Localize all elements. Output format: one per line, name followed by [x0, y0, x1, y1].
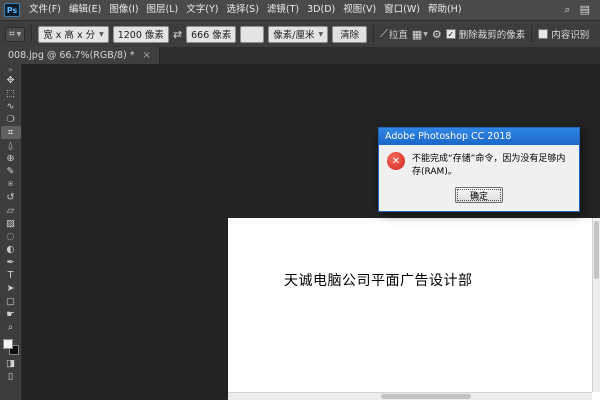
dialog-message-row: ✕ 不能完成“存储”命令，因为没有足够内存(RAM)。: [387, 152, 571, 179]
photoshop-logo: Ps: [4, 3, 20, 17]
crop-tool-preset-button[interactable]: ⌗ ▼: [5, 27, 25, 42]
tools-panel: » ✥⬚∿❍⌗⍙⊕✎⍟↺▱▨◌◐✒T➤▢☛⌕ ◨▯: [0, 64, 22, 400]
swap-dimensions-icon[interactable]: ⇄: [173, 28, 182, 41]
quick-selection-tool[interactable]: ❍: [1, 113, 21, 126]
resolution-unit-dropdown[interactable]: 像素/厘米 ▼: [268, 26, 328, 43]
path-selection-tool[interactable]: ➤: [1, 282, 21, 295]
crop-tool[interactable]: ⌗: [1, 126, 21, 139]
gear-icon: ⚙: [432, 28, 442, 41]
menu-item-type[interactable]: 文字(Y): [182, 0, 222, 20]
crop-settings-button[interactable]: ⚙: [432, 28, 442, 41]
hand-tool[interactable]: ☛: [1, 308, 21, 321]
delete-cropped-pixels-label: 删除裁剪的像素: [459, 27, 526, 41]
toolbar-bottom-icons: ◨▯: [1, 357, 21, 383]
clone-stamp-tool[interactable]: ⍟: [1, 178, 21, 191]
dialog-body: ✕ 不能完成“存储”命令，因为没有足够内存(RAM)。 确定: [379, 145, 579, 211]
menubar: Ps 文件(F)编辑(E)图像(I)图层(L)文字(Y)选择(S)滤镜(T)3D…: [0, 0, 600, 20]
chevron-down-icon: ▼: [423, 31, 428, 38]
healing-brush-tool[interactable]: ⊕: [1, 152, 21, 165]
screen-mode-icon[interactable]: ▯: [1, 370, 21, 383]
divider: [531, 25, 532, 43]
document-tab-bar: 008.jpg @ 66.7%(RGB/8) * ×: [0, 47, 600, 64]
chevron-down-icon: ▼: [319, 31, 324, 38]
menu-item-3d[interactable]: 3D(D): [303, 0, 339, 20]
straighten-icon: ⟋: [380, 27, 388, 41]
menu-item-help[interactable]: 帮助(H): [424, 0, 466, 20]
options-bar: ⌗ ▼ 宽 x 高 x 分 ▼ 1200 像素 ⇄ 666 像素 像素/厘米 ▼…: [0, 20, 600, 47]
menu-item-edit[interactable]: 编辑(E): [65, 0, 105, 20]
dodge-tool[interactable]: ◐: [1, 243, 21, 256]
content-aware-label: 内容识别: [551, 27, 589, 41]
crop-height-input[interactable]: 666 像素: [186, 26, 236, 43]
menu-item-view[interactable]: 视图(V): [339, 0, 380, 20]
menu-item-window[interactable]: 窗口(W): [380, 0, 424, 20]
delete-cropped-pixels-checkbox[interactable]: ✓ 删除裁剪的像素: [446, 27, 526, 41]
dialog-title-bar[interactable]: Adobe Photoshop CC 2018: [379, 128, 579, 145]
eraser-tool[interactable]: ▱: [1, 204, 21, 217]
straighten-button[interactable]: ⟋ 拉直: [380, 27, 408, 41]
foreground-color-swatch[interactable]: [3, 339, 13, 349]
search-icon[interactable]: ⌕: [564, 3, 570, 17]
close-icon[interactable]: ×: [142, 50, 150, 61]
menu-item-select[interactable]: 选择(S): [222, 0, 262, 20]
menu-item-layer[interactable]: 图层(L): [143, 0, 183, 20]
blur-tool[interactable]: ◌: [1, 230, 21, 243]
ok-button[interactable]: 确定: [455, 187, 503, 203]
eyedropper-tool[interactable]: ⍙: [1, 139, 21, 152]
brush-tool[interactable]: ✎: [1, 165, 21, 178]
vertical-scrollbar[interactable]: [592, 218, 600, 392]
document-tab-title: 008.jpg @ 66.7%(RGB/8) *: [8, 50, 134, 61]
horizontal-scrollbar[interactable]: [228, 392, 592, 400]
vertical-scrollbar-thumb[interactable]: [594, 221, 599, 279]
gradient-tool[interactable]: ▨: [1, 217, 21, 230]
photoshop-window: Ps 文件(F)编辑(E)图像(I)图层(L)文字(Y)选择(S)滤镜(T)3D…: [0, 0, 600, 400]
menubar-right-icons: ⌕▤: [564, 3, 596, 17]
lasso-tool[interactable]: ∿: [1, 100, 21, 113]
error-icon: ✕: [387, 152, 405, 170]
shape-tool[interactable]: ▢: [1, 295, 21, 308]
quick-mask-icon[interactable]: ◨: [1, 357, 21, 370]
workspace-switcher-icon[interactable]: ▤: [580, 3, 590, 17]
menu-item-image[interactable]: 图像(I): [105, 0, 142, 20]
pen-tool[interactable]: ✒: [1, 256, 21, 269]
tool-buttons: ✥⬚∿❍⌗⍙⊕✎⍟↺▱▨◌◐✒T➤▢☛⌕: [1, 74, 21, 334]
divider: [31, 25, 32, 43]
chevron-down-icon: ▼: [17, 31, 22, 38]
type-tool[interactable]: T: [1, 269, 21, 282]
marquee-tool[interactable]: ⬚: [1, 87, 21, 100]
resolution-unit-label: 像素/厘米: [273, 27, 314, 41]
menu-items: 文件(F)编辑(E)图像(I)图层(L)文字(Y)选择(S)滤镜(T)3D(D)…: [25, 0, 466, 20]
menu-item-filter[interactable]: 滤镜(T): [263, 0, 303, 20]
straighten-label: 拉直: [389, 27, 408, 41]
document-canvas[interactable]: 天诚电脑公司平面广告设计部: [228, 218, 600, 400]
dialog-message: 不能完成“存储”命令，因为没有足够内存(RAM)。: [412, 152, 571, 179]
document-tab[interactable]: 008.jpg @ 66.7%(RGB/8) * ×: [0, 47, 160, 64]
grid-overlay-icon: ▦: [412, 28, 422, 41]
chevron-down-icon: ▼: [99, 31, 104, 38]
color-swatches[interactable]: [3, 339, 19, 355]
move-tool[interactable]: ✥: [1, 74, 21, 87]
content-aware-checkbox[interactable]: 内容识别: [538, 27, 589, 41]
history-brush-tool[interactable]: ↺: [1, 191, 21, 204]
crop-ratio-dropdown[interactable]: 宽 x 高 x 分 ▼: [38, 26, 108, 43]
checkbox-icon: ✓: [446, 29, 456, 39]
crop-resolution-input[interactable]: [240, 26, 264, 43]
zoom-tool[interactable]: ⌕: [1, 321, 21, 334]
document-artwork-text: 天诚电脑公司平面广告设计部: [284, 270, 473, 290]
menu-item-file[interactable]: 文件(F): [25, 0, 65, 20]
crop-icon: ⌗: [9, 29, 15, 40]
checkbox-icon: [538, 29, 548, 39]
overlay-options-button[interactable]: ▦ ▼: [412, 28, 428, 41]
toolbar-collapse-icon[interactable]: »: [8, 65, 13, 74]
divider: [373, 25, 374, 43]
horizontal-scrollbar-thumb[interactable]: [381, 394, 471, 399]
crop-width-input[interactable]: 1200 像素: [113, 26, 169, 43]
error-dialog: Adobe Photoshop CC 2018 ✕ 不能完成“存储”命令，因为没…: [378, 127, 580, 212]
crop-ratio-label: 宽 x 高 x 分: [43, 27, 95, 41]
clear-button[interactable]: 清除: [332, 26, 367, 43]
